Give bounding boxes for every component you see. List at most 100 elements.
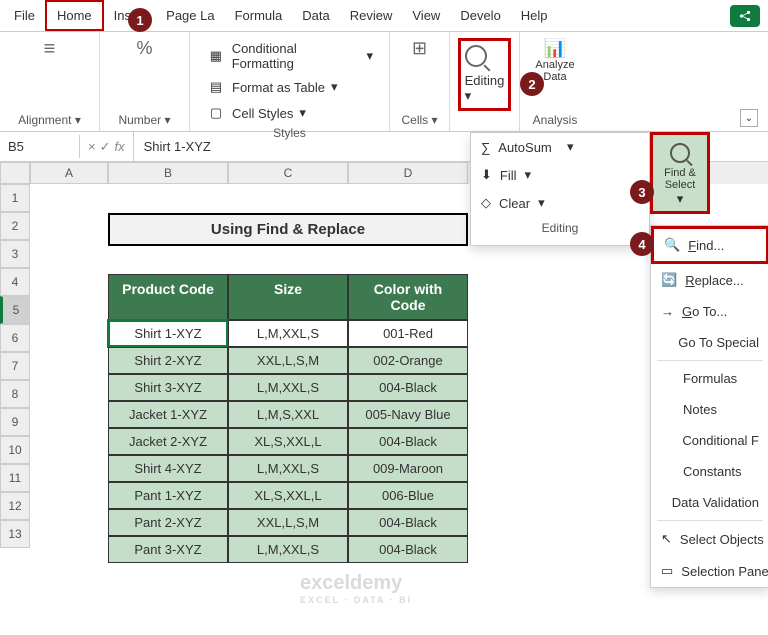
ribbon-group-styles: ▦Conditional Formatting ▾ ▤Format as Tab… <box>190 32 390 131</box>
table-cell[interactable]: Shirt 3-XYZ <box>108 374 228 401</box>
name-box[interactable]: B5 <box>0 135 80 158</box>
table-cell[interactable]: Shirt 2-XYZ <box>108 347 228 374</box>
col-header-b[interactable]: B <box>108 162 228 184</box>
th-color[interactable]: Color with Code <box>348 274 468 320</box>
table-row[interactable]: Pant 3-XYZL,M,XXL,S004-Black <box>108 536 468 563</box>
table-cell[interactable]: Jacket 2-XYZ <box>108 428 228 455</box>
confirm-icon[interactable]: ✓ <box>100 139 111 155</box>
table-cell[interactable]: XL,S,XXL,L <box>228 428 348 455</box>
goto-special-menu-item[interactable]: Go To Special <box>651 327 768 358</box>
cell-icon: ▢ <box>206 103 226 123</box>
table-cell[interactable]: 001-Red <box>348 320 468 347</box>
col-header-a[interactable]: A <box>30 162 108 184</box>
ribbon-label-number[interactable]: Number ▾ <box>118 113 170 129</box>
table-cell[interactable]: 004-Black <box>348 374 468 401</box>
table-cell[interactable]: 009-Maroon <box>348 455 468 482</box>
find-select-button[interactable]: Find & Select ▾ <box>650 132 710 214</box>
table-cell[interactable]: L,M,XXL,S <box>228 320 348 347</box>
editing-button[interactable]: Editing▾ <box>458 38 512 111</box>
table-cell[interactable]: 004-Black <box>348 428 468 455</box>
share-button[interactable] <box>730 5 760 27</box>
table-row[interactable]: Pant 1-XYZXL,S,XXL,L006-Blue <box>108 482 468 509</box>
row-header-13[interactable]: 13 <box>0 520 30 548</box>
replace-menu-item[interactable]: 🔄Replace... <box>651 264 768 296</box>
table-row[interactable]: Shirt 3-XYZL,M,XXL,S004-Black <box>108 374 468 401</box>
table-cell[interactable]: 002-Orange <box>348 347 468 374</box>
col-header-d[interactable]: D <box>348 162 468 184</box>
table-cell[interactable]: 004-Black <box>348 536 468 563</box>
table-cell[interactable]: 006-Blue <box>348 482 468 509</box>
row-header-9[interactable]: 9 <box>0 408 30 436</box>
tab-formulas[interactable]: Formula <box>225 2 293 29</box>
table-cell[interactable]: Pant 2-XYZ <box>108 509 228 536</box>
ribbon-expand-button[interactable]: ⌄ <box>740 109 758 127</box>
ribbon-label-alignment[interactable]: Alignment ▾ <box>18 113 81 129</box>
table-cell[interactable]: 005-Navy Blue <box>348 401 468 428</box>
table-cell[interactable]: L,M,S,XXL <box>228 401 348 428</box>
table-cell[interactable]: Shirt 4-XYZ <box>108 455 228 482</box>
row-header-4[interactable]: 4 <box>0 268 30 296</box>
row-header-5[interactable]: 5 <box>0 296 30 324</box>
cell-styles-button[interactable]: ▢Cell Styles ▾ <box>200 100 379 126</box>
row-header-10[interactable]: 10 <box>0 436 30 464</box>
row-header-6[interactable]: 6 <box>0 324 30 352</box>
table-row[interactable]: Shirt 4-XYZL,M,XXL,S009-Maroon <box>108 455 468 482</box>
grid-icon: ▦ <box>206 46 226 66</box>
row-header-2[interactable]: 2 <box>0 212 30 240</box>
row-header-7[interactable]: 7 <box>0 352 30 380</box>
tab-view[interactable]: View <box>402 2 450 29</box>
th-size[interactable]: Size <box>228 274 348 320</box>
table-row[interactable]: Jacket 1-XYZL,M,S,XXL005-Navy Blue <box>108 401 468 428</box>
table-cell[interactable]: Pant 3-XYZ <box>108 536 228 563</box>
validation-menu-item[interactable]: Data Validation <box>651 487 768 518</box>
table-cell[interactable]: L,M,XXL,S <box>228 374 348 401</box>
select-objects-menu-item[interactable]: ↖Select Objects <box>651 523 768 555</box>
table-row[interactable]: Shirt 1-XYZL,M,XXL,S001-Red <box>108 320 468 347</box>
find-menu-item[interactable]: 🔍Find... <box>651 226 768 264</box>
conditional-menu-item[interactable]: Conditional F <box>651 425 768 456</box>
tab-home[interactable]: Home <box>45 0 104 31</box>
conditional-formatting-button[interactable]: ▦Conditional Formatting ▾ <box>200 38 379 74</box>
tab-page-layout[interactable]: Page La <box>156 2 224 29</box>
ribbon-label-cells[interactable]: Cells ▾ <box>401 113 437 129</box>
row-header-8[interactable]: 8 <box>0 380 30 408</box>
table-cell[interactable]: Jacket 1-XYZ <box>108 401 228 428</box>
cancel-icon[interactable]: × <box>88 139 96 154</box>
table-row[interactable]: Jacket 2-XYZXL,S,XXL,L004-Black <box>108 428 468 455</box>
tab-developer[interactable]: Develo <box>450 2 510 29</box>
row-header-11[interactable]: 11 <box>0 464 30 492</box>
autosum-button[interactable]: ∑AutoSum ▾ <box>471 133 649 161</box>
tab-data[interactable]: Data <box>292 2 339 29</box>
table-cell[interactable]: 004-Black <box>348 509 468 536</box>
table-cell[interactable]: Shirt 1-XYZ <box>108 320 228 347</box>
row-header-12[interactable]: 12 <box>0 492 30 520</box>
table-row[interactable]: Shirt 2-XYZXXL,L,S,M002-Orange <box>108 347 468 374</box>
select-all-corner[interactable] <box>0 162 30 184</box>
ribbon: ≡ Alignment ▾ % Number ▾ ▦Conditional Fo… <box>0 32 768 132</box>
table-cell[interactable]: Pant 1-XYZ <box>108 482 228 509</box>
clear-button[interactable]: ◇Clear ▾ <box>471 189 649 217</box>
table-cell[interactable]: L,M,XXL,S <box>228 536 348 563</box>
table-row[interactable]: Pant 2-XYZXXL,L,S,M004-Black <box>108 509 468 536</box>
row-header-3[interactable]: 3 <box>0 240 30 268</box>
callout-3: 3 <box>630 180 654 204</box>
fill-button[interactable]: ⬇Fill ▾ <box>471 161 649 189</box>
th-product-code[interactable]: Product Code <box>108 274 228 320</box>
tab-review[interactable]: Review <box>340 2 403 29</box>
constants-menu-item[interactable]: Constants <box>651 456 768 487</box>
notes-menu-item[interactable]: Notes <box>651 394 768 425</box>
goto-menu-item[interactable]: →Go To... <box>651 296 768 327</box>
tab-help[interactable]: Help <box>511 2 558 29</box>
table-cell[interactable]: XL,S,XXL,L <box>228 482 348 509</box>
selection-pane-menu-item[interactable]: ▭Selection Pane <box>651 555 768 587</box>
table-cell[interactable]: XXL,L,S,M <box>228 347 348 374</box>
eraser-icon: ◇ <box>481 195 491 211</box>
fx-icon[interactable]: fx <box>115 139 125 154</box>
row-header-1[interactable]: 1 <box>0 184 30 212</box>
tab-file[interactable]: File <box>4 2 45 29</box>
table-cell[interactable]: L,M,XXL,S <box>228 455 348 482</box>
formulas-menu-item[interactable]: Formulas <box>651 363 768 394</box>
table-cell[interactable]: XXL,L,S,M <box>228 509 348 536</box>
col-header-c[interactable]: C <box>228 162 348 184</box>
format-as-table-button[interactable]: ▤Format as Table ▾ <box>200 74 379 100</box>
